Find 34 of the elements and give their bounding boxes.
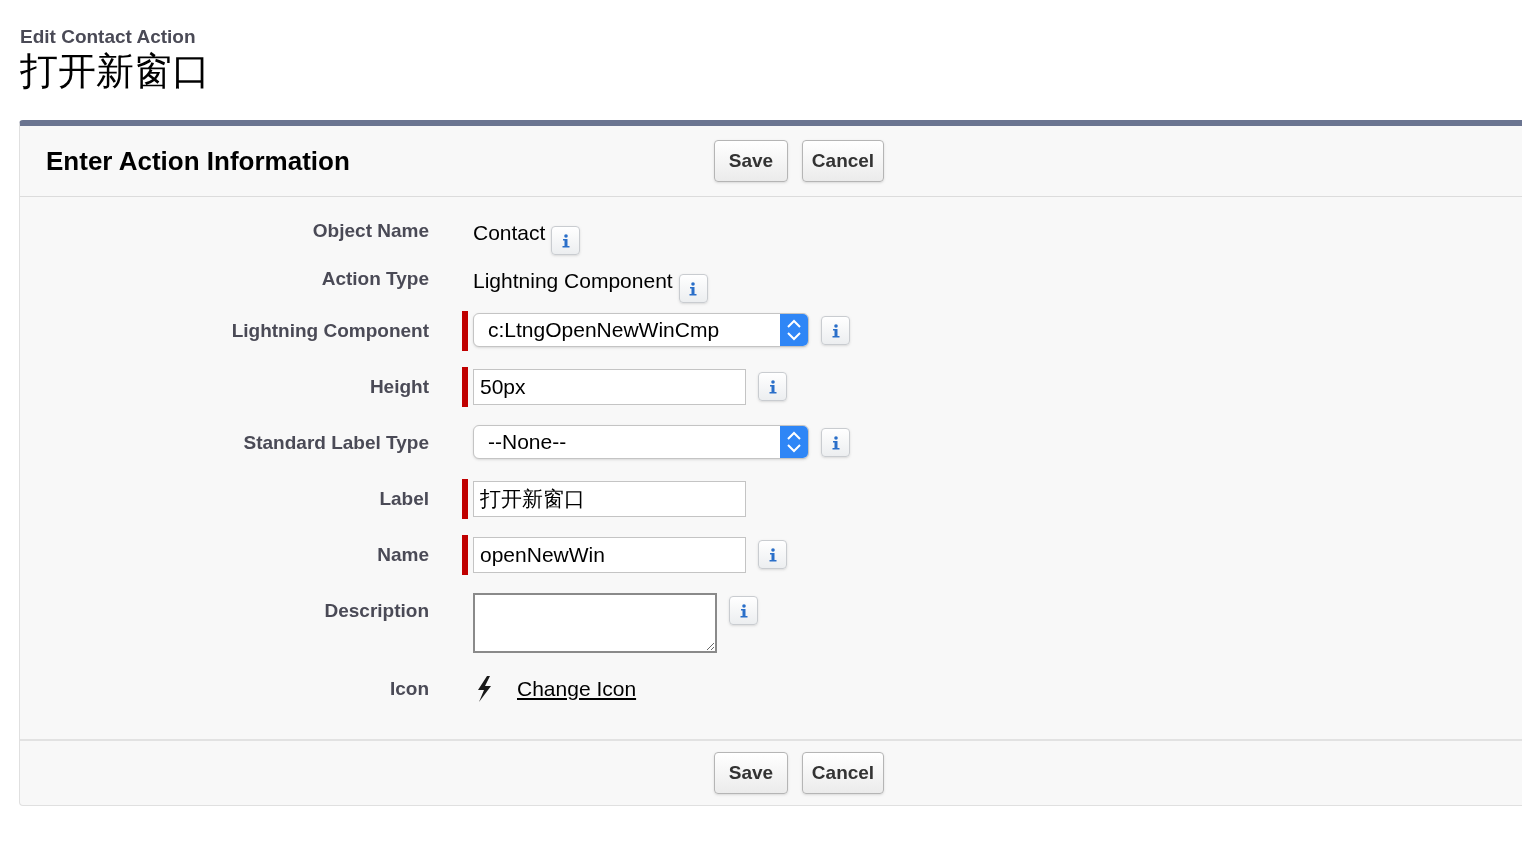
change-icon-link[interactable]: Change Icon (517, 673, 637, 705)
select-field[interactable]: c:LtngOpenNewWinCmp (473, 313, 809, 347)
field-label: Object Name (311, 219, 429, 243)
info-icon[interactable] (821, 316, 850, 345)
field-value: Contact (473, 220, 546, 246)
form-button[interactable]: Cancel (802, 752, 884, 794)
field-label: Name (376, 543, 429, 567)
text-input-field[interactable]: 打开新窗口 (473, 481, 746, 517)
info-icon[interactable] (678, 274, 708, 303)
form-button[interactable]: Cancel (802, 140, 884, 182)
info-icon[interactable] (758, 372, 787, 401)
field-label: Lightning Component (230, 319, 429, 343)
info-icon[interactable] (551, 226, 581, 255)
text-input-field[interactable]: 50px (473, 369, 746, 405)
field-label: Icon (388, 677, 429, 701)
field-label: Description (323, 599, 429, 623)
info-icon[interactable] (729, 596, 758, 625)
field-label: Standard Label Type (242, 431, 429, 455)
page-subtitle: Edit Contact Action (20, 25, 197, 49)
page-title: 打开新窗口 (20, 49, 211, 93)
description-textarea[interactable] (473, 593, 717, 653)
field-label: Height (368, 375, 429, 399)
select-field[interactable]: --None-- (473, 425, 809, 459)
form-button[interactable]: Save (714, 752, 788, 794)
up-down-chevron-icon (780, 314, 808, 346)
up-down-chevron-icon (780, 426, 808, 458)
field-label: Action Type (320, 267, 429, 291)
field-value: Lightning Component (473, 268, 673, 294)
section-title: Enter Action Information (46, 144, 351, 178)
info-icon[interactable] (821, 428, 850, 457)
form-button[interactable]: Save (714, 140, 788, 182)
text-input-field[interactable]: openNewWin (473, 537, 746, 573)
info-icon[interactable] (758, 540, 787, 569)
field-label: Label (378, 487, 429, 511)
